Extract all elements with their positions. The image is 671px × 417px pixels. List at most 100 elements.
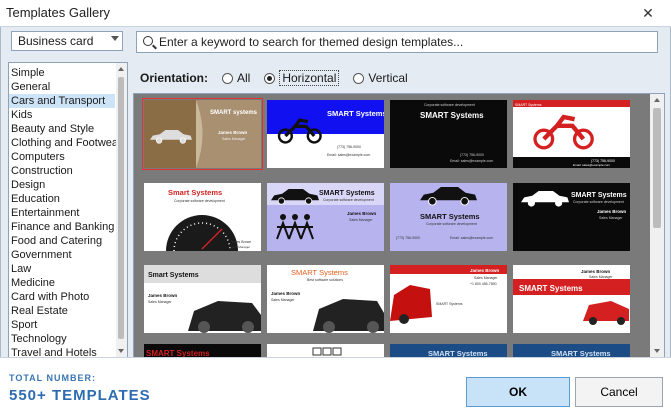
category-item[interactable]: Finance and Banking bbox=[9, 220, 115, 234]
card-text: SMART Systems bbox=[420, 111, 484, 120]
category-type-select[interactable]: Business card bbox=[11, 31, 123, 51]
search-box[interactable] bbox=[136, 31, 658, 53]
category-item[interactable]: Technology bbox=[9, 332, 115, 346]
card-text: SMART Systems bbox=[420, 212, 480, 221]
scroll-thumb[interactable] bbox=[653, 108, 661, 228]
card-text: SMART Systems bbox=[571, 192, 627, 199]
card-text: Email: sales@example.com bbox=[450, 236, 493, 240]
card-text: Sales Manager bbox=[222, 137, 246, 141]
card-text: +1 800 456-7890 bbox=[470, 282, 497, 286]
card-text: Corporate software development bbox=[323, 198, 374, 202]
template-card[interactable]: SMART Systems Corporate software developm… bbox=[390, 183, 507, 251]
template-card[interactable]: SMART Systems bbox=[390, 344, 507, 357]
title-bar: Templates Gallery ✕ bbox=[0, 0, 671, 27]
category-item[interactable]: Real Estate bbox=[9, 304, 115, 318]
card-text: Sales Manager bbox=[349, 218, 373, 222]
card-text: Sales Manager bbox=[589, 275, 613, 279]
window-title: Templates Gallery bbox=[6, 5, 111, 20]
card-text: Corporate software development bbox=[573, 200, 624, 204]
template-card[interactable]: SMART Systems Corporate software developm… bbox=[513, 183, 630, 251]
orientation-all-label: All bbox=[237, 71, 251, 85]
template-card[interactable]: Corporate software development SMART Syst… bbox=[390, 100, 507, 168]
template-card[interactable]: SMART Systems Corporate software developm… bbox=[267, 183, 384, 251]
orientation-all[interactable]: All bbox=[222, 71, 250, 85]
template-card[interactable]: Smart Systems Corporate software developm… bbox=[144, 183, 261, 251]
total-label: Total number: bbox=[9, 373, 96, 383]
card-text: Sales Manager bbox=[148, 300, 172, 304]
radio-all-icon[interactable] bbox=[222, 72, 233, 84]
card-text: James Brown bbox=[470, 268, 500, 273]
category-item[interactable]: General bbox=[9, 80, 115, 94]
category-item[interactable]: Medicine bbox=[9, 276, 115, 290]
category-item[interactable]: Clothing and Footwear bbox=[9, 136, 122, 150]
template-card[interactable]: SMART Systems bbox=[144, 344, 261, 357]
category-item[interactable]: Card with Photo bbox=[9, 290, 115, 304]
scroll-up-icon[interactable] bbox=[654, 98, 660, 102]
scroll-down-icon[interactable] bbox=[118, 349, 124, 353]
scroll-up-icon[interactable] bbox=[118, 67, 124, 71]
category-item[interactable]: Computers bbox=[9, 150, 115, 164]
card-text: Corporate software development bbox=[424, 103, 475, 107]
orientation-vertical[interactable]: Vertical bbox=[353, 71, 408, 85]
category-scrollbar[interactable] bbox=[116, 63, 127, 357]
template-card[interactable]: SMART Systems Best software solutions Jame… bbox=[267, 265, 384, 333]
category-item[interactable]: Education bbox=[9, 192, 115, 206]
gallery-scrollbar[interactable] bbox=[650, 94, 664, 357]
template-card[interactable]: Smart Systems James Brown Sales Manager bbox=[144, 265, 261, 333]
search-input[interactable] bbox=[159, 34, 649, 50]
category-item[interactable]: Entertainment bbox=[9, 206, 115, 220]
close-icon[interactable]: ✕ bbox=[625, 0, 671, 27]
template-card[interactable]: James Brown Sales Manager +1 800 456-7890 S… bbox=[390, 265, 507, 333]
card-text: James Brown bbox=[597, 209, 627, 214]
category-item[interactable]: Food and Catering bbox=[9, 234, 115, 248]
chevron-down-icon[interactable] bbox=[111, 36, 119, 41]
total-value: 550+ templates bbox=[9, 387, 151, 404]
category-item[interactable]: Law bbox=[9, 262, 115, 276]
card-text: Sales Manager bbox=[599, 216, 623, 220]
ok-button[interactable]: OK bbox=[466, 377, 570, 407]
category-item[interactable]: Cars and Transport bbox=[9, 94, 115, 108]
card-text: SMART Systems bbox=[291, 268, 348, 277]
orientation-label: Orientation: bbox=[140, 71, 208, 85]
category-item[interactable]: Sport bbox=[9, 318, 115, 332]
category-item[interactable]: Government bbox=[9, 248, 115, 262]
orientation-horizontal[interactable]: Horizontal bbox=[264, 70, 340, 86]
category-type-value: Business card bbox=[18, 34, 94, 48]
scroll-down-icon[interactable] bbox=[654, 349, 660, 353]
card-text: Smart Systems bbox=[168, 188, 222, 197]
category-item[interactable]: Kids bbox=[9, 108, 115, 122]
template-card[interactable]: SMART Systems (773) 756-9000 Email: sales@… bbox=[267, 100, 384, 168]
orientation-group: Orientation: All Horizontal Vertical bbox=[140, 70, 422, 86]
category-item[interactable]: Simple bbox=[9, 66, 115, 80]
card-text: Smart Systems bbox=[148, 272, 199, 279]
template-card[interactable]: SMART systems James Brown Sales Manager bbox=[142, 98, 263, 170]
category-item[interactable]: Construction bbox=[9, 164, 115, 178]
category-item[interactable]: Design bbox=[9, 178, 115, 192]
card-text: (773) 756-9000 bbox=[396, 236, 420, 240]
footer: Total number: 550+ templates OK Cancel bbox=[0, 357, 671, 417]
card-text: SMART Systems bbox=[319, 190, 375, 197]
card-text: SMART Systems bbox=[327, 109, 384, 118]
radio-horizontal-icon[interactable] bbox=[264, 72, 276, 84]
cancel-button[interactable]: Cancel bbox=[575, 377, 663, 407]
orientation-vertical-label: Vertical bbox=[368, 71, 408, 85]
card-text: Sales Manager bbox=[271, 298, 295, 302]
template-gallery[interactable]: SMART systems James Brown Sales Manager SMA… bbox=[133, 93, 665, 358]
card-text: Sales Manager bbox=[474, 276, 498, 280]
radio-vertical-icon[interactable] bbox=[353, 72, 365, 84]
card-text: Email: sales@example.com bbox=[573, 163, 611, 167]
card-text: SMART systems bbox=[210, 110, 258, 116]
template-card[interactable]: (773) 756-9000 SMART Systems Email: sales@… bbox=[513, 100, 630, 168]
template-card[interactable]: SMART Systems bbox=[513, 344, 630, 357]
orientation-horizontal-label: Horizontal bbox=[279, 70, 340, 86]
category-list[interactable]: Simple General Cars and Transport Kids Beaut… bbox=[8, 62, 128, 358]
card-text: James Brown bbox=[218, 130, 248, 135]
category-item[interactable]: Beauty and Style bbox=[9, 122, 115, 136]
template-card[interactable] bbox=[267, 344, 384, 357]
scroll-thumb[interactable] bbox=[118, 77, 124, 339]
card-text: Sales Manager bbox=[230, 245, 250, 249]
card-text: James Brown bbox=[347, 211, 377, 216]
template-card[interactable]: James Brown Sales Manager SMART Systems bbox=[513, 265, 630, 333]
card-text: Corporate software development bbox=[174, 199, 225, 203]
card-text: Email: sales@example.com bbox=[327, 153, 370, 157]
